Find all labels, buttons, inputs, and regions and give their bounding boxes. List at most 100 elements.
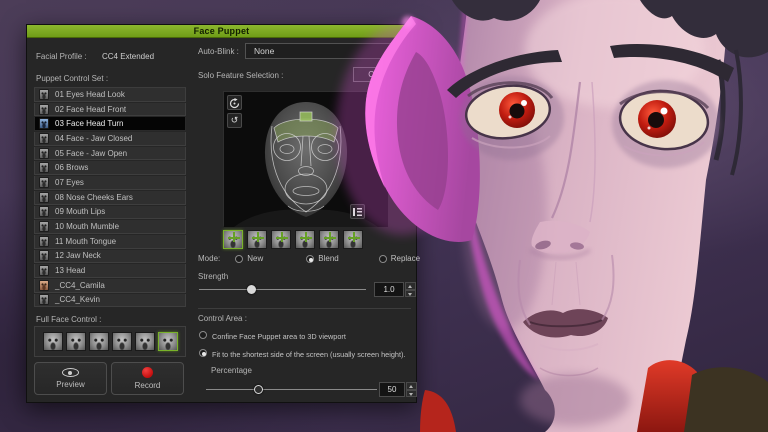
control-set-item-label: 09 Mouth Lips bbox=[55, 207, 105, 216]
mode-label: Mode: bbox=[198, 254, 220, 263]
facial-profile-label: Facial Profile : bbox=[36, 52, 87, 61]
spinner-up[interactable] bbox=[405, 282, 416, 290]
preview-button[interactable]: Preview bbox=[34, 362, 107, 395]
face-icon bbox=[39, 148, 49, 159]
control-set-item-label: 01 Eyes Head Look bbox=[55, 90, 125, 99]
full-face-thumb[interactable] bbox=[112, 332, 132, 351]
puppet-control-set-label: Puppet Control Set : bbox=[36, 74, 108, 83]
full-face-thumb-selected[interactable] bbox=[158, 332, 178, 351]
control-area-radio-confine[interactable] bbox=[199, 331, 207, 339]
full-face-thumb[interactable] bbox=[43, 332, 63, 351]
control-set-item-label: 11 Mouth Tongue bbox=[55, 237, 116, 246]
strength-label: Strength bbox=[198, 272, 228, 281]
spinner-down[interactable] bbox=[405, 290, 416, 298]
control-set-item[interactable]: _CC4_Camila bbox=[34, 279, 186, 293]
rotate-ccw-icon[interactable]: ↺ bbox=[227, 113, 242, 128]
control-set-item[interactable]: 10 Mouth Mumble bbox=[34, 220, 186, 234]
face-icon bbox=[39, 192, 49, 203]
rotate-cw-icon[interactable]: ↻ bbox=[369, 113, 384, 128]
control-set-item[interactable]: 02 Face Head Front bbox=[34, 103, 186, 117]
dialog-title: Face Puppet bbox=[194, 26, 250, 36]
percentage-slider-handle[interactable] bbox=[254, 385, 263, 394]
eraser-icon[interactable] bbox=[369, 95, 384, 110]
preset-list-icon[interactable] bbox=[350, 204, 365, 219]
record-button-label: Record bbox=[135, 381, 161, 390]
mode-radio-new[interactable] bbox=[235, 255, 243, 263]
control-set-item[interactable]: 08 Nose Cheeks Ears bbox=[34, 191, 186, 205]
eye-icon bbox=[62, 368, 79, 377]
percentage-value: 50 bbox=[379, 382, 405, 397]
face-icon bbox=[39, 104, 49, 115]
mode-option-label: Replace bbox=[391, 254, 420, 263]
mode-option-label: New bbox=[247, 254, 263, 263]
face-icon bbox=[39, 89, 49, 100]
mode-option-label: Blend bbox=[318, 254, 338, 263]
record-button[interactable]: Record bbox=[111, 362, 184, 395]
control-set-item[interactable]: 09 Mouth Lips bbox=[34, 206, 186, 220]
solo-feature-label: Solo Feature Selection : bbox=[198, 71, 283, 80]
solo-feature-custom-button[interactable]: Custom bbox=[353, 67, 411, 82]
face-icon bbox=[39, 177, 49, 188]
face-puppet-dialog: Face Puppet ✕ Facial Profile : CC4 Exten… bbox=[26, 24, 417, 403]
solo-feature-thumb[interactable] bbox=[319, 230, 339, 249]
dialog-titlebar[interactable]: Face Puppet ✕ bbox=[27, 25, 416, 38]
full-face-control-label: Full Face Control : bbox=[36, 315, 101, 324]
full-face-thumb[interactable] bbox=[66, 332, 86, 351]
face-icon bbox=[39, 206, 49, 217]
full-face-control-box bbox=[34, 326, 186, 357]
mode-radio-blend[interactable] bbox=[306, 255, 314, 263]
strength-slider-handle[interactable] bbox=[247, 285, 256, 294]
face-icon bbox=[39, 280, 49, 291]
solo-feature-thumb[interactable] bbox=[247, 230, 267, 249]
control-set-item[interactable]: 12 Jaw Neck bbox=[34, 250, 186, 264]
face-icon bbox=[39, 221, 49, 232]
control-set-item-label: 06 Brows bbox=[55, 163, 88, 172]
control-set-item[interactable]: 13 Head bbox=[34, 264, 186, 278]
solo-feature-thumb[interactable] bbox=[295, 230, 315, 249]
control-area-option-label: Fit to the shortest side of the screen (… bbox=[212, 350, 405, 359]
chevron-down-icon: ▼ bbox=[401, 48, 406, 54]
record-icon bbox=[142, 367, 153, 378]
mode-radio-replace[interactable] bbox=[379, 255, 387, 263]
control-set-item[interactable]: 05 Face - Jaw Open bbox=[34, 147, 186, 161]
auto-blink-value: None bbox=[254, 46, 274, 56]
control-set-item[interactable]: 07 Eyes bbox=[34, 176, 186, 190]
face-icon bbox=[39, 294, 49, 305]
strength-slider[interactable] bbox=[199, 285, 366, 294]
face-icon bbox=[39, 265, 49, 276]
auto-blink-select[interactable]: None ▼ bbox=[245, 43, 411, 59]
facial-profile-value: CC4 Extended bbox=[102, 52, 154, 61]
percentage-slider[interactable] bbox=[206, 385, 377, 394]
control-set-item[interactable]: _CC4_Kevin bbox=[34, 294, 186, 308]
percentage-slider-track bbox=[206, 389, 377, 390]
control-set-item-label: 04 Face - Jaw Closed bbox=[55, 134, 132, 143]
control-set-item-selected[interactable]: 03 Face Head Turn bbox=[34, 117, 186, 131]
control-area-option-label: Confine Face Puppet area to 3D viewport bbox=[212, 332, 346, 341]
full-face-thumb[interactable] bbox=[135, 332, 155, 351]
control-set-item-label: 12 Jaw Neck bbox=[55, 251, 101, 260]
full-face-thumb[interactable] bbox=[89, 332, 109, 351]
solo-feature-thumbnails bbox=[223, 230, 363, 249]
orbit-rotate-icon[interactable] bbox=[227, 95, 242, 110]
control-set-item-label: 07 Eyes bbox=[55, 178, 84, 187]
solo-feature-thumb-selected[interactable] bbox=[223, 230, 243, 249]
face-icon bbox=[39, 236, 49, 247]
control-set-item[interactable]: 11 Mouth Tongue bbox=[34, 235, 186, 249]
spinner-up[interactable] bbox=[406, 382, 417, 390]
spinner-down[interactable] bbox=[406, 390, 417, 398]
percentage-label: Percentage bbox=[211, 366, 252, 375]
solo-feature-custom-label: Custom bbox=[368, 70, 396, 79]
solo-feature-thumb[interactable] bbox=[271, 230, 291, 249]
control-area-radio-fit[interactable] bbox=[199, 349, 207, 357]
control-set-item[interactable]: 01 Eyes Head Look bbox=[34, 88, 186, 102]
strength-spinbox: 1.0 bbox=[374, 282, 416, 297]
preview-button-label: Preview bbox=[56, 380, 84, 389]
solo-feature-thumb[interactable] bbox=[343, 230, 363, 249]
control-set-item-label: 10 Mouth Mumble bbox=[55, 222, 119, 231]
face-puppet-preview-panel[interactable]: ↺ ↻ bbox=[223, 91, 387, 226]
strength-slider-track bbox=[199, 289, 366, 290]
control-set-item[interactable]: 04 Face - Jaw Closed bbox=[34, 132, 186, 146]
control-set-item-label: _CC4_Camila bbox=[55, 281, 105, 290]
control-set-item[interactable]: 06 Brows bbox=[34, 161, 186, 175]
close-icon[interactable]: ✕ bbox=[401, 26, 411, 36]
